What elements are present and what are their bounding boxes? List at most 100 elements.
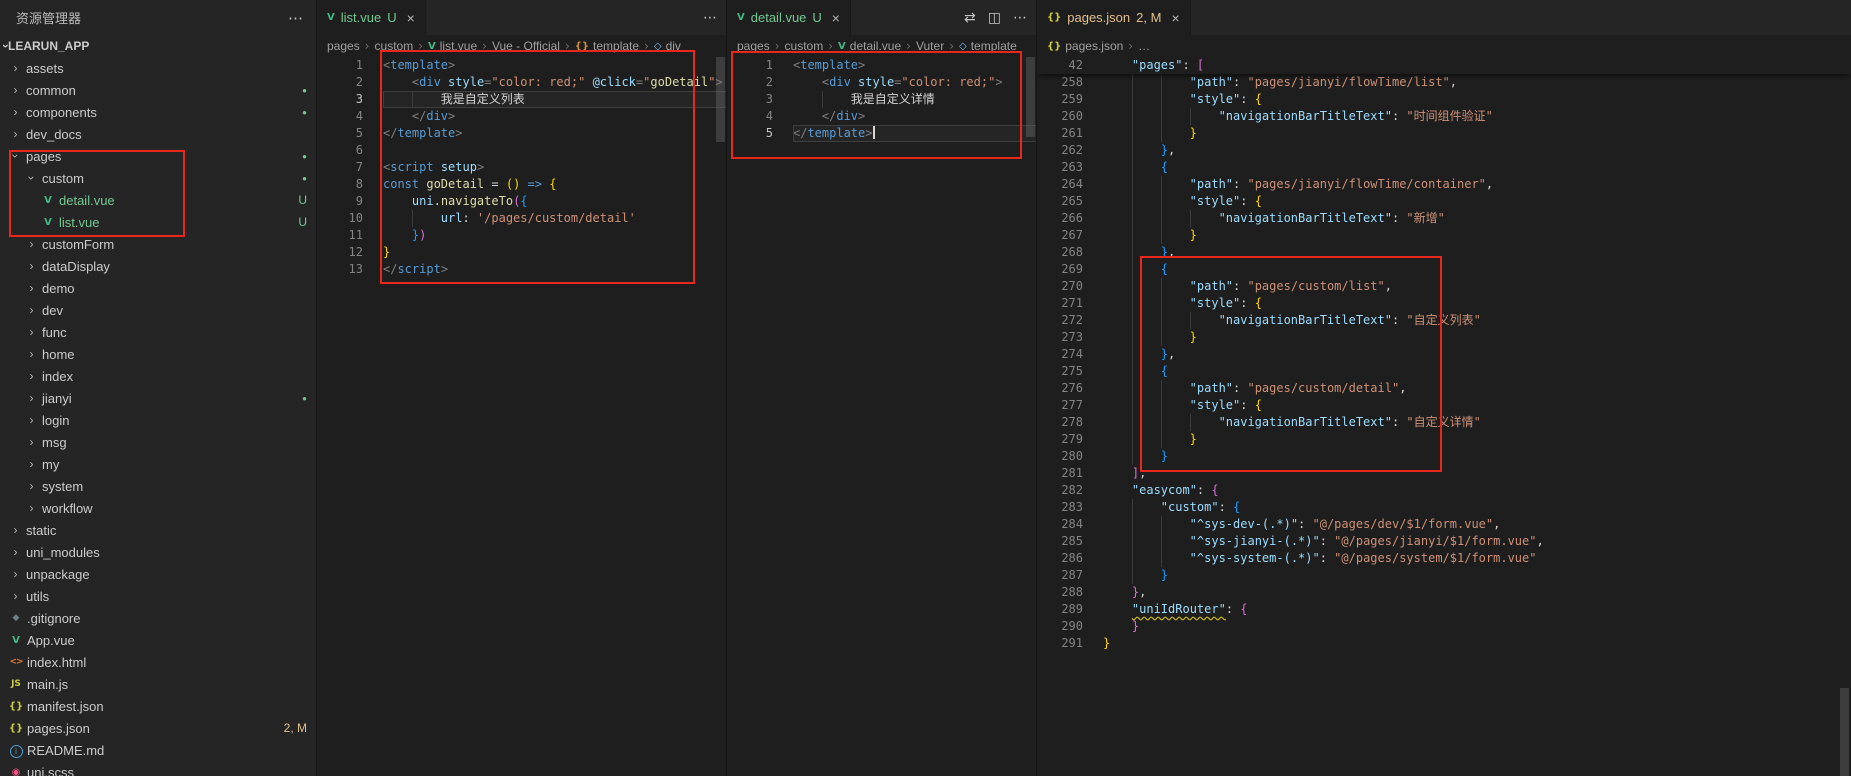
code-line[interactable]: 4 </div>	[317, 108, 727, 125]
tree-item-msg[interactable]: ›msg	[0, 431, 317, 453]
breadcrumb-item-pages[interactable]: pages	[327, 39, 360, 53]
code-editor-pages-json[interactable]: 42 "pages": [258 "path": "pages/jianyi/f…	[1037, 57, 1851, 776]
code-line[interactable]: 278 "navigationBarTitleText": "自定义详情"	[1037, 414, 1851, 431]
code-line[interactable]: 42 "pages": [	[1037, 57, 1851, 74]
project-root-header[interactable]: › LEARUN_APP	[0, 35, 317, 57]
chevron-right-icon[interactable]: ›	[8, 127, 23, 141]
code-line[interactable]: 12}	[317, 244, 727, 261]
code-line[interactable]: 272 "navigationBarTitleText": "自定义列表"	[1037, 312, 1851, 329]
tree-item-custom[interactable]: ›custom●	[0, 167, 317, 189]
breadcrumb-item-div[interactable]: ◇div	[654, 39, 681, 53]
breadcrumb-item-detail.vue[interactable]: Vdetail.vue	[838, 39, 901, 53]
chevron-right-icon[interactable]: ›	[24, 501, 39, 515]
code-line[interactable]: 1<template>	[317, 57, 727, 74]
tree-item-jianyi[interactable]: ›jianyi●	[0, 387, 317, 409]
breadcrumb-item-…[interactable]: …	[1138, 39, 1150, 53]
chevron-right-icon[interactable]: ›	[24, 457, 39, 471]
open-changes-icon[interactable]: ⇄	[964, 10, 976, 26]
scrollbar-slider[interactable]	[1840, 688, 1849, 776]
code-line[interactable]: 275 {	[1037, 363, 1851, 380]
code-line[interactable]: 279 }	[1037, 431, 1851, 448]
code-line[interactable]: 260 "navigationBarTitleText": "时间组件验证"	[1037, 108, 1851, 125]
tree-item-static[interactable]: ›static	[0, 519, 317, 541]
chevron-right-icon[interactable]: ›	[8, 545, 23, 559]
close-icon[interactable]: ×	[1171, 10, 1179, 26]
tree-item-manifest.json[interactable]: {}manifest.json	[0, 695, 317, 717]
tree-item-dataDisplay[interactable]: ›dataDisplay	[0, 255, 317, 277]
tree-item-assets[interactable]: ›assets	[0, 57, 317, 79]
chevron-right-icon[interactable]: ›	[24, 369, 39, 383]
code-line[interactable]: 276 "path": "pages/custom/detail",	[1037, 380, 1851, 397]
breadcrumb-item-pages[interactable]: pages	[737, 39, 770, 53]
code-line[interactable]: 3 我是自定义列表	[317, 91, 727, 108]
chevron-right-icon[interactable]: ›	[8, 105, 23, 119]
code-line[interactable]: 261 }	[1037, 125, 1851, 142]
chevron-right-icon[interactable]: ›	[8, 567, 23, 581]
breadcrumb-item-template[interactable]: ◇template	[959, 39, 1017, 53]
scrollbar-slider[interactable]	[716, 57, 725, 142]
breadcrumb-item-Vuter[interactable]: Vuter	[916, 39, 944, 53]
breadcrumb-item-custom[interactable]: custom	[375, 39, 414, 53]
code-line[interactable]: 9 uni.navigateTo({	[317, 193, 727, 210]
chevron-right-icon[interactable]: ›	[24, 435, 39, 449]
code-line[interactable]: 264 "path": "pages/jianyi/flowTime/conta…	[1037, 176, 1851, 193]
code-line[interactable]: 286 "^sys-system-(.*)": "@/pages/system/…	[1037, 550, 1851, 567]
code-line[interactable]: 273 }	[1037, 329, 1851, 346]
chevron-right-icon[interactable]: ›	[24, 391, 39, 405]
code-line[interactable]: 10 url: '/pages/custom/detail'	[317, 210, 727, 227]
code-line[interactable]: 284 "^sys-dev-(.*)": "@/pages/dev/$1/for…	[1037, 516, 1851, 533]
tab-list.vue[interactable]: Vlist.vueU×	[317, 0, 426, 35]
chevron-right-icon[interactable]: ›	[24, 325, 39, 339]
code-line[interactable]: 288 },	[1037, 584, 1851, 601]
chevron-right-icon[interactable]: ›	[24, 413, 39, 427]
tree-item-components[interactable]: ›components●	[0, 101, 317, 123]
code-line[interactable]: 266 "navigationBarTitleText": "新增"	[1037, 210, 1851, 227]
tree-item-utils[interactable]: ›utils	[0, 585, 317, 607]
code-line[interactable]: 11 })	[317, 227, 727, 244]
tree-item-system[interactable]: ›system	[0, 475, 317, 497]
code-line[interactable]: 263 {	[1037, 159, 1851, 176]
code-line[interactable]: 259 "style": {	[1037, 91, 1851, 108]
tree-item-home[interactable]: ›home	[0, 343, 317, 365]
tree-item-dev_docs[interactable]: ›dev_docs	[0, 123, 317, 145]
chevron-down-icon[interactable]: ›	[25, 171, 39, 186]
code-line[interactable]: 13</script>	[317, 261, 727, 278]
tree-item-workflow[interactable]: ›workflow	[0, 497, 317, 519]
chevron-right-icon[interactable]: ›	[8, 523, 23, 537]
breadcrumb-item-Vue - Official[interactable]: Vue - Official	[492, 39, 560, 53]
code-editor-list-vue[interactable]: 1<template>2 <div style="color: red;" @c…	[317, 57, 727, 776]
tab-pages.json[interactable]: {}pages.json2, M×	[1037, 0, 1191, 35]
tree-item-detail.vue[interactable]: Vdetail.vueU	[0, 189, 317, 211]
tree-item-uni_modules[interactable]: ›uni_modules	[0, 541, 317, 563]
tree-item-list.vue[interactable]: Vlist.vueU	[0, 211, 317, 233]
code-line[interactable]: 281 ],	[1037, 465, 1851, 482]
code-line[interactable]: 291}	[1037, 635, 1851, 652]
code-line[interactable]: 2 <div style="color: red;">	[727, 74, 1037, 91]
code-line[interactable]: 4 </div>	[727, 108, 1037, 125]
scrollbar-slider[interactable]	[1026, 57, 1035, 137]
tree-item-unpackage[interactable]: ›unpackage	[0, 563, 317, 585]
more-actions-icon[interactable]: ⋯	[703, 10, 717, 26]
chevron-right-icon[interactable]: ›	[24, 303, 39, 317]
code-line[interactable]: 271 "style": {	[1037, 295, 1851, 312]
code-line[interactable]: 5</template>	[317, 125, 727, 142]
code-line[interactable]: 274 },	[1037, 346, 1851, 363]
code-line[interactable]: 285 "^sys-jianyi-(.*)": "@/pages/jianyi/…	[1037, 533, 1851, 550]
chevron-down-icon[interactable]: ›	[9, 149, 23, 164]
code-line[interactable]: 3 我是自定义详情	[727, 91, 1037, 108]
code-line[interactable]: 258 "path": "pages/jianyi/flowTime/list"…	[1037, 74, 1851, 91]
tree-item-demo[interactable]: ›demo	[0, 277, 317, 299]
tree-item-my[interactable]: ›my	[0, 453, 317, 475]
code-line[interactable]: 2 <div style="color: red;" @click="goDet…	[317, 74, 727, 91]
code-line[interactable]: 265 "style": {	[1037, 193, 1851, 210]
code-line[interactable]: 8const goDetail = () => {	[317, 176, 727, 193]
code-line[interactable]: 7<script setup>	[317, 159, 727, 176]
tree-item-uni.scss[interactable]: ◉uni.scss	[0, 761, 317, 776]
chevron-right-icon[interactable]: ›	[24, 281, 39, 295]
tree-item-func[interactable]: ›func	[0, 321, 317, 343]
code-line[interactable]: 262 },	[1037, 142, 1851, 159]
tree-item-pages.json[interactable]: {}pages.json2, M	[0, 717, 317, 739]
code-line[interactable]: 268 },	[1037, 244, 1851, 261]
close-icon[interactable]: ×	[832, 10, 840, 26]
code-line[interactable]: 289 "uniIdRouter": {	[1037, 601, 1851, 618]
